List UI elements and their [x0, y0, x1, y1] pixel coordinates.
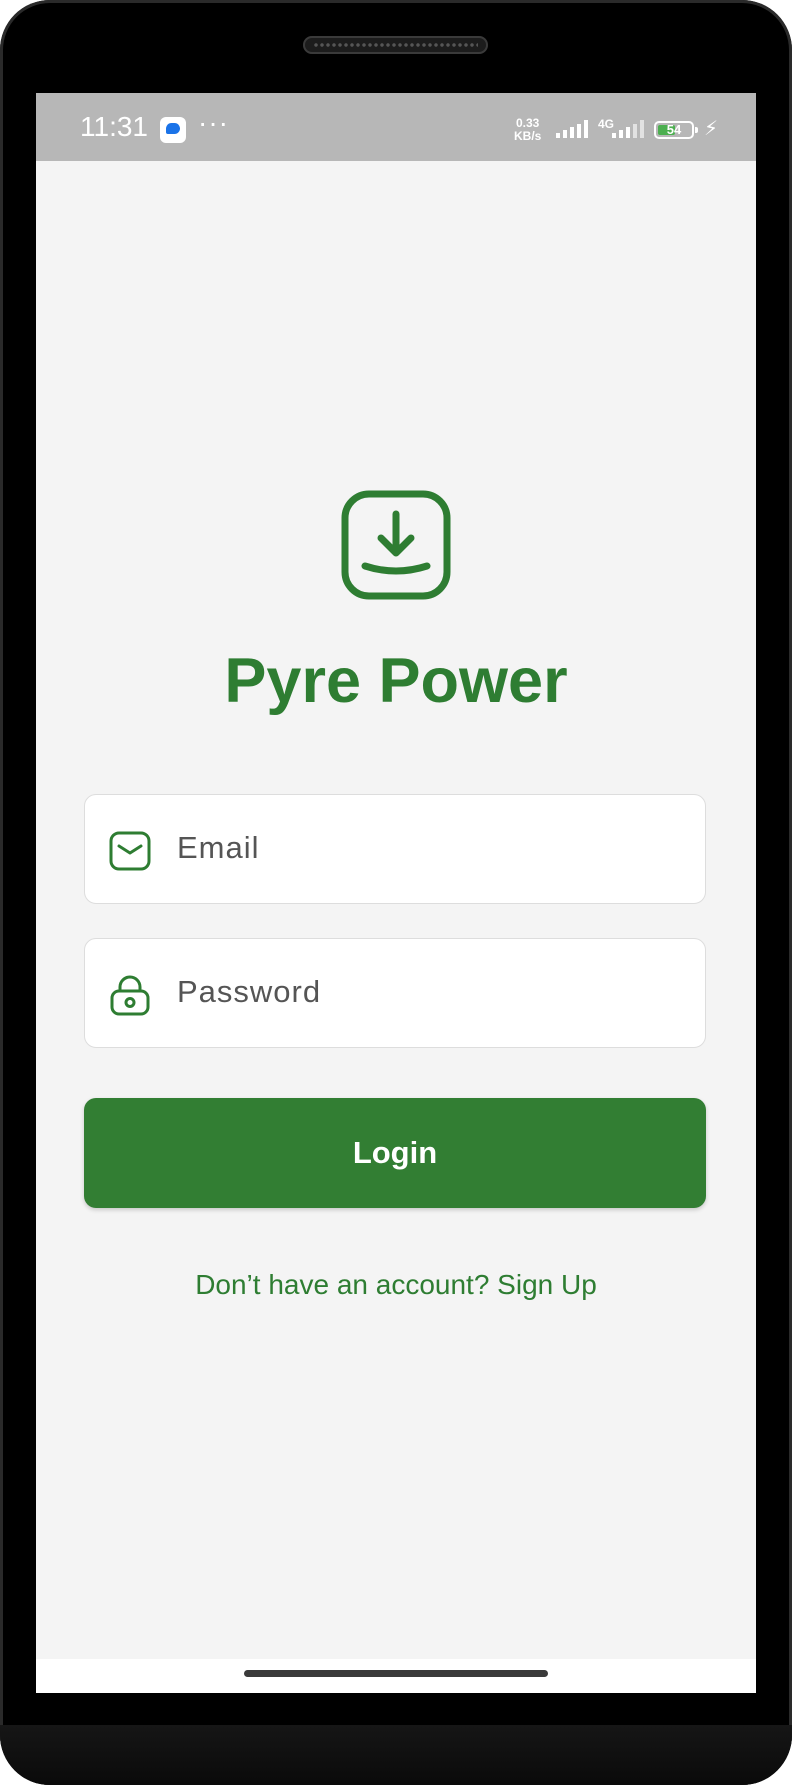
cellular-signal-icon: [612, 120, 644, 138]
home-indicator[interactable]: [244, 1670, 548, 1677]
messages-app-icon: [160, 117, 186, 143]
mail-icon: [109, 831, 151, 871]
earpiece-speaker: [303, 36, 488, 54]
battery-level: 54: [666, 122, 682, 137]
email-input[interactable]: [177, 815, 677, 881]
network-speed: 0.33 KB/s: [514, 117, 541, 143]
charging-bolt-icon: ⚡: [704, 118, 719, 140]
signup-link[interactable]: Don’t have an account? Sign Up: [36, 1269, 756, 1301]
navigation-bar: [36, 1659, 756, 1693]
status-time: 11:31: [80, 111, 148, 142]
download-tray-icon: [341, 490, 451, 600]
lock-icon: [110, 975, 150, 1016]
password-field[interactable]: [84, 938, 706, 1048]
bottom-bezel: [0, 1725, 792, 1785]
wifi-signal-icon: [556, 120, 588, 138]
network-speed-unit: KB/s: [514, 129, 542, 143]
password-input[interactable]: [177, 959, 677, 1025]
battery-icon: 54: [654, 121, 698, 139]
phone-frame: 11:31 ··· 0.33 KB/s 4G 54 ⚡ Pyre Power E…: [0, 0, 792, 1785]
more-notifications-icon: ···: [198, 107, 229, 138]
status-bar: 11:31 ··· 0.33 KB/s 4G 54 ⚡: [36, 93, 756, 161]
app-title: Pyre Power: [224, 646, 568, 716]
app-screen: 11:31 ··· 0.33 KB/s 4G 54 ⚡ Pyre Power E…: [36, 93, 756, 1693]
login-button[interactable]: Login: [84, 1098, 706, 1208]
email-field[interactable]: [84, 794, 706, 904]
